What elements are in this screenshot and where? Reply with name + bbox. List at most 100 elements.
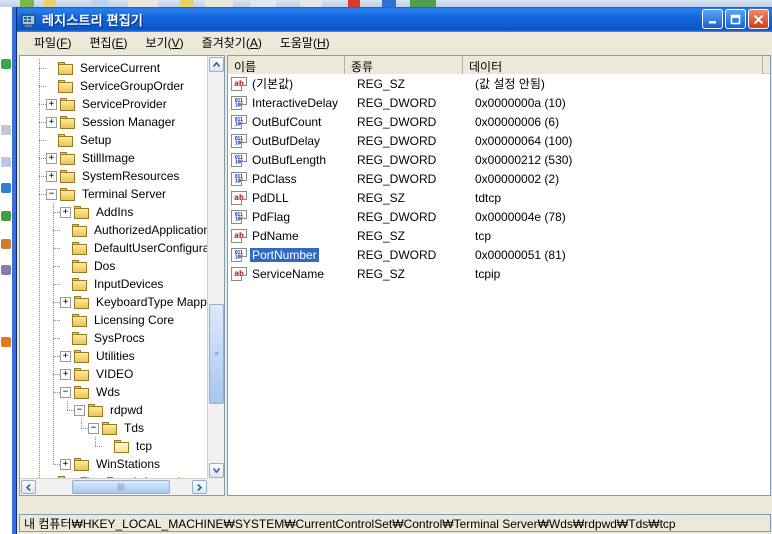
scroll-left-button[interactable]: [21, 480, 36, 494]
registry-tree-pane[interactable]: ServiceCurrent ServiceGroupOrder + ServiceP…: [19, 55, 225, 496]
tree-node[interactable]: − Wds: [20, 383, 208, 401]
tree-collapse-icon[interactable]: −: [74, 404, 85, 416]
tree-expand-icon[interactable]: +: [60, 206, 71, 218]
desktop-icon[interactable]: [1, 59, 11, 69]
scroll-right-button[interactable]: [192, 480, 207, 494]
tree-expand-icon[interactable]: +: [46, 170, 57, 182]
tree-guide-line: [53, 248, 60, 250]
menu-favorites-accel: A: [249, 36, 258, 50]
table-row[interactable]: 011 100 OutBufDelay REG_DWORD 0x00000064 (10…: [228, 131, 770, 150]
table-row[interactable]: ab PdDLL REG_SZ tdtcp: [228, 188, 770, 207]
value-data: 0x00000051 (81): [475, 247, 566, 262]
tree-node[interactable]: + ServiceProvider: [20, 95, 208, 113]
tree-expand-icon[interactable]: +: [46, 152, 57, 164]
desktop-icon[interactable]: [1, 125, 11, 135]
table-row[interactable]: ab (기본값) REG_SZ (값 설정 안됨): [228, 74, 770, 93]
table-row[interactable]: 011 100 OutBufCount REG_DWORD 0x00000006 (6): [228, 112, 770, 131]
table-row[interactable]: 011 100 PdClass REG_DWORD 0x00000002 (2): [228, 169, 770, 188]
tree-expand-icon[interactable]: +: [46, 98, 57, 110]
table-row[interactable]: 011 100 PortNumber REG_DWORD 0x00000051 (81): [228, 245, 770, 264]
value-type: REG_DWORD: [357, 95, 437, 110]
tree-node[interactable]: + AddIns: [20, 203, 208, 221]
tree-node-label: rdpwd: [110, 403, 143, 417]
tree-hscroll-thumb[interactable]: ||||: [72, 480, 170, 494]
tree-node[interactable]: Licensing Core: [20, 311, 208, 329]
table-row[interactable]: 011 100 PdFlag REG_DWORD 0x0000004e (78): [228, 207, 770, 226]
tree-node[interactable]: ServiceCurrent: [20, 59, 208, 77]
tree-node[interactable]: AuthorizedApplication: [20, 221, 208, 239]
menu-help-label: 도움말: [279, 36, 313, 50]
menu-edit-accel: E: [115, 36, 124, 50]
menu-view[interactable]: 보기(V): [137, 32, 193, 53]
tree-node[interactable]: − rdpwd: [20, 401, 208, 419]
tree-expand-icon[interactable]: +: [60, 350, 71, 362]
menu-help[interactable]: 도움말(H): [271, 32, 339, 53]
tree-collapse-icon[interactable]: −: [60, 386, 71, 398]
desktop-icon[interactable]: [1, 265, 11, 275]
tree-expand-icon[interactable]: +: [60, 296, 71, 308]
desktop-icon[interactable]: [1, 211, 11, 221]
tree-expand-icon[interactable]: +: [60, 458, 71, 470]
tree-node[interactable]: + KeyboardType Mappi: [20, 293, 208, 311]
tree-node[interactable]: tcp: [20, 437, 208, 455]
column-header[interactable]: 종류: [345, 56, 463, 74]
tree-guide-line: [53, 212, 60, 214]
value-name-cell: PdName: [250, 229, 357, 243]
table-row[interactable]: ab ServiceName REG_SZ tcpip: [228, 264, 770, 283]
maximize-button[interactable]: [725, 9, 746, 29]
column-header[interactable]: 데이터: [463, 56, 763, 74]
tree-node[interactable]: InputDevices: [20, 275, 208, 293]
tree-expand-icon[interactable]: +: [60, 368, 71, 380]
tree-node-label: ServiceProvider: [82, 97, 167, 111]
tree-node[interactable]: + StillImage: [20, 149, 208, 167]
desktop-icon[interactable]: [1, 337, 11, 347]
tree-vertical-scrollbar[interactable]: ≡: [207, 56, 224, 479]
tree-node[interactable]: + WinStations: [20, 455, 208, 473]
registry-editor-window: 레지스트리 편집기 파일(F) 편집(E) 보기(V) 즐겨찾기(A) 도움말(…: [16, 7, 772, 534]
desktop-icon[interactable]: [1, 157, 11, 167]
table-row[interactable]: 011 100 InteractiveDelay REG_DWORD 0x0000000…: [228, 93, 770, 112]
minimize-button[interactable]: [702, 9, 723, 29]
scroll-up-button[interactable]: [209, 57, 224, 72]
menu-edit[interactable]: 편집(E): [80, 32, 136, 53]
value-name-cell: PdClass: [250, 172, 357, 186]
title-bar[interactable]: 레지스트리 편집기: [17, 7, 772, 32]
tree-node-label: SystemResources: [82, 169, 180, 183]
tree-expand-icon[interactable]: +: [46, 116, 57, 128]
table-row[interactable]: 011 100 OutBufLength REG_DWORD 0x00000212 (5…: [228, 150, 770, 169]
menu-favorites[interactable]: 즐겨찾기(A): [193, 32, 271, 53]
tree-guide-line: [39, 194, 46, 196]
tree-node[interactable]: + VIDEO: [20, 365, 208, 383]
tree-node[interactable]: Setup: [20, 131, 208, 149]
tree-scroll-thumb[interactable]: ≡: [209, 304, 224, 404]
tree-collapse-icon[interactable]: −: [88, 422, 99, 434]
tree-node[interactable]: + Utilities: [20, 347, 208, 365]
tree-node[interactable]: DefaultUserConfigurat: [20, 239, 208, 257]
desktop-icon[interactable]: [1, 183, 11, 193]
column-header[interactable]: 이름: [228, 56, 345, 74]
tree-node[interactable]: ServiceGroupOrder: [20, 77, 208, 95]
table-row[interactable]: ab PdName REG_SZ tcp: [228, 226, 770, 245]
window-controls: [702, 9, 769, 29]
tree-horizontal-scrollbar[interactable]: ||||: [20, 478, 208, 495]
tree-node[interactable]: SysProcs: [20, 329, 208, 347]
tree-node[interactable]: − Terminal Server: [20, 185, 208, 203]
tree-node[interactable]: Dos: [20, 257, 208, 275]
registry-values-pane[interactable]: 이름 종류 데이터 ab (기본값) REG_SZ (값 설정 안됨) 011 100 Inte…: [227, 55, 771, 496]
close-button[interactable]: [748, 9, 769, 29]
desktop-left-edge: [0, 7, 12, 534]
dword-value-icon: 011 100: [231, 209, 247, 224]
tree-collapse-icon[interactable]: −: [46, 188, 57, 200]
tree-node[interactable]: − Tds: [20, 419, 208, 437]
value-data: 0x0000000a (10): [475, 95, 566, 110]
tree-node[interactable]: + Session Manager: [20, 113, 208, 131]
tree-node[interactable]: + SystemResources: [20, 167, 208, 185]
registry-key-folder-icon: [72, 313, 88, 327]
scroll-down-button[interactable]: [209, 463, 224, 478]
value-type: REG_DWORD: [357, 152, 437, 167]
tree-node-label: AuthorizedApplication: [94, 223, 208, 237]
column-header-label: 이름: [234, 60, 257, 74]
registry-key-folder-icon: [72, 259, 88, 273]
menu-file[interactable]: 파일(F): [25, 32, 80, 53]
desktop-icon[interactable]: [1, 239, 11, 249]
